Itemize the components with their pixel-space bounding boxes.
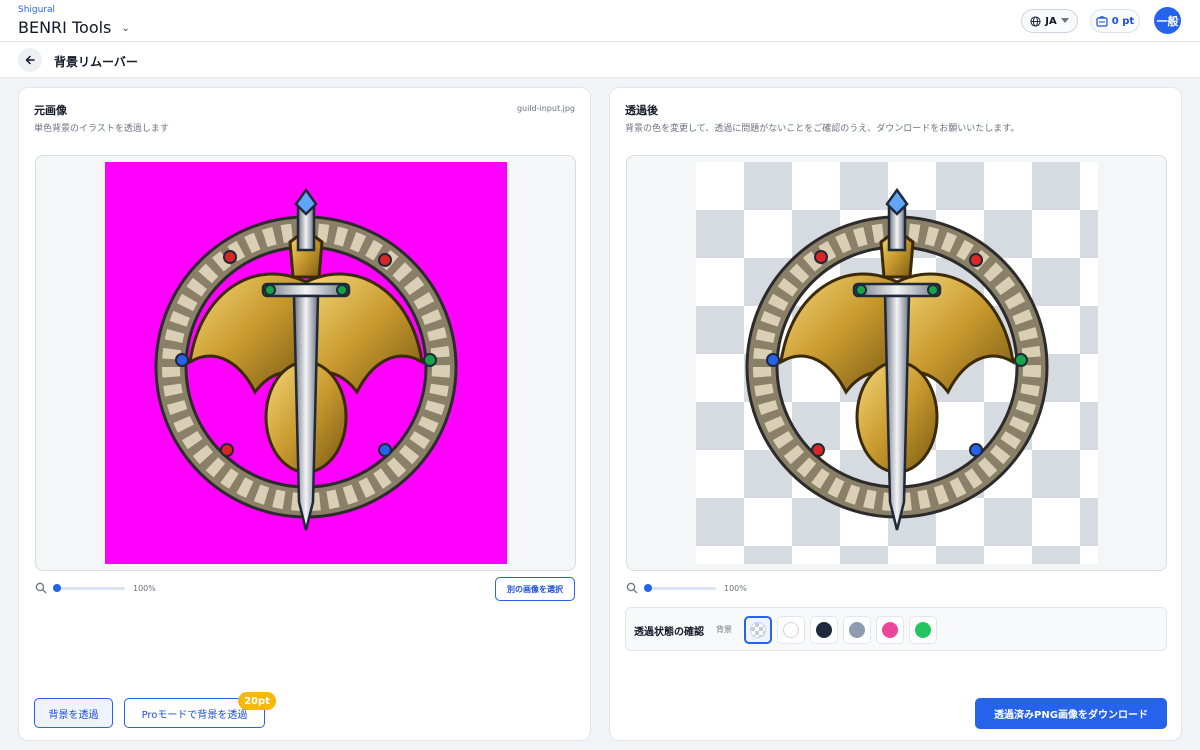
language-label: JA <box>1045 15 1057 27</box>
result-panel-title: 透過後 <box>625 104 658 117</box>
result-image-frame[interactable] <box>626 155 1167 571</box>
transparency-check-label: 透過状態の確認 <box>634 627 704 638</box>
swatch-white[interactable] <box>777 616 805 644</box>
search-icon <box>626 582 638 594</box>
search-icon <box>35 582 47 594</box>
source-zoom-thumb[interactable] <box>53 583 61 592</box>
dragon-emblem-image <box>105 162 507 564</box>
brand-name: BENRI Tools <box>18 18 112 37</box>
result-panel: 透過後 背景の色を変更して、透過に問題がないことをご確認のうえ、ダウンロードをお… <box>609 87 1182 741</box>
top-bar: Shigural BENRI Tools ⌄ JA 0 pt 一般 <box>0 0 1200 42</box>
points-label: 0 pt <box>1111 15 1135 27</box>
sub-header: 背景リムーバー <box>0 42 1200 78</box>
brand-org: Shigural <box>18 5 56 15</box>
source-image-panel: 元画像 単色背景のイラストを透過します guild-input.jpg 100%… <box>18 87 591 741</box>
swatch-gray[interactable] <box>843 616 871 644</box>
app-switcher[interactable]: BENRI Tools ⌄ <box>18 18 130 37</box>
result-zoom-thumb[interactable] <box>644 583 652 592</box>
avatar[interactable]: 一般 <box>1154 7 1181 34</box>
wallet-icon <box>1096 15 1108 27</box>
download-png-button[interactable]: 透過済みPNG画像をダウンロード <box>975 698 1167 729</box>
source-image-frame[interactable] <box>35 155 576 571</box>
caret-down-icon <box>1060 18 1069 23</box>
language-selector[interactable]: JA <box>1021 9 1078 33</box>
result-zoom-slider[interactable] <box>644 583 716 592</box>
back-button[interactable] <box>18 48 42 72</box>
source-filename: guild-input.jpg <box>516 104 575 113</box>
swatch-gray-dot <box>849 622 865 638</box>
back-arrow-icon <box>25 55 35 65</box>
result-zoom-value: 100% <box>724 583 747 593</box>
source-panel-title: 元画像 <box>34 104 67 117</box>
result-zoom-control: 100% <box>626 582 747 594</box>
remove-background-button[interactable]: 背景を透過 <box>34 698 113 728</box>
chevron-down-icon: ⌄ <box>121 23 130 34</box>
swatch-dark[interactable] <box>810 616 838 644</box>
select-another-image-button[interactable]: 別の画像を選択 <box>495 577 575 601</box>
page-title: 背景リムーバー <box>54 55 138 69</box>
result-panel-subtitle: 背景の色を変更して、透過に問題がないことをご確認のうえ、ダウンロードをお願いいた… <box>625 124 1020 134</box>
source-zoom-value: 100% <box>133 583 156 593</box>
swatch-white-dot <box>783 622 799 638</box>
swatch-green[interactable] <box>909 616 937 644</box>
swatch-transparent-dot <box>750 622 766 638</box>
pro-cost-badge: 20pt <box>238 692 276 710</box>
swatch-green-dot <box>915 622 931 638</box>
globe-icon <box>1030 15 1041 27</box>
background-label: 背景 <box>716 625 732 634</box>
source-panel-subtitle: 単色背景のイラストを透過します <box>34 124 169 134</box>
transparency-check-bar: 透過状態の確認 背景 <box>625 607 1167 651</box>
source-zoom-slider[interactable] <box>53 583 125 592</box>
source-image <box>105 162 507 564</box>
dragon-emblem-transparent-image <box>696 162 1098 564</box>
swatch-dark-dot <box>816 622 832 638</box>
swatch-transparent[interactable] <box>744 616 772 644</box>
points-button[interactable]: 0 pt <box>1090 9 1140 33</box>
result-image <box>696 162 1098 564</box>
swatch-pink-dot <box>882 622 898 638</box>
source-zoom-control: 100% <box>35 582 156 594</box>
swatch-pink[interactable] <box>876 616 904 644</box>
